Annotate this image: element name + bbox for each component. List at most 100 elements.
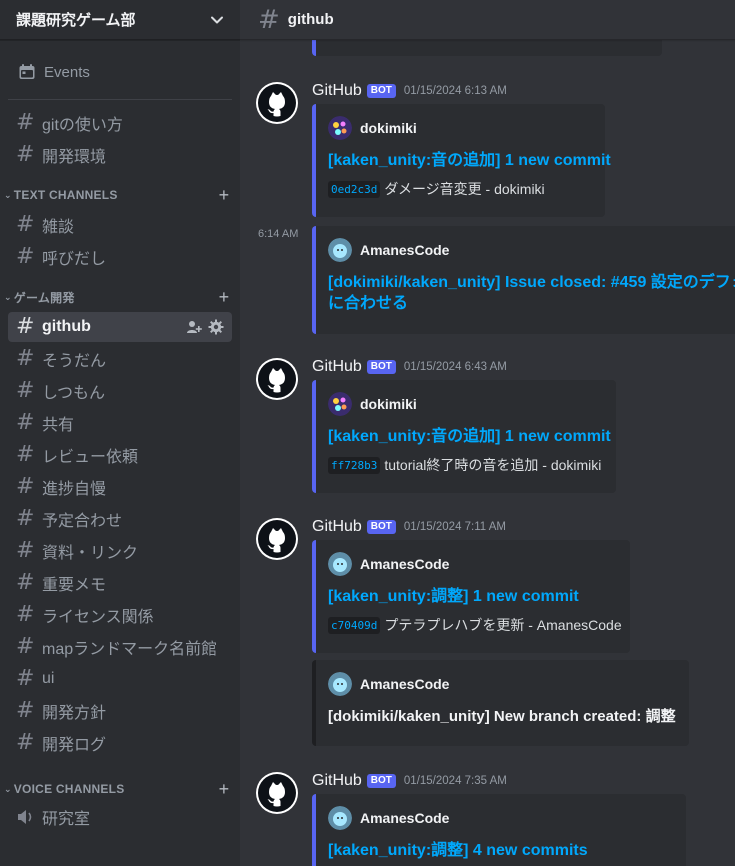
server-header[interactable]: 課題研究ゲーム部 [0,0,240,40]
gear-icon[interactable] [208,319,224,335]
hash-icon: # [16,634,35,659]
channel-item[interactable]: # 重要メモ [8,568,232,598]
channel-item[interactable]: # 開発環境 [8,140,232,170]
hash-icon: # [258,4,280,35]
amanescode-avatar [328,672,352,696]
channel-name: しつもん [42,385,106,402]
channel-item[interactable]: # そうだん [8,344,232,374]
commit-message: プテラプレハブを更新 - AmanesCode [384,617,622,633]
category-voice-channels[interactable]: ⌄ VOICE CHANNELS + [0,776,232,802]
commit-hash-link[interactable]: ff728b3 [328,456,381,474]
channel-name: github [42,318,91,335]
embed-title-link[interactable]: [kaken_unity:音の追加] 1 new commit [328,426,611,447]
add-channel-icon[interactable]: + [216,288,232,306]
hash-icon: # [16,730,35,755]
channel-item[interactable]: # ライセンス関係 [8,600,232,630]
category-game-dev[interactable]: ⌄ ゲーム開発 + [0,284,232,310]
channel-name: 開発方針 [42,705,107,722]
channel-name: 呼びだし [42,251,107,268]
embed-author: AmanesCode [360,810,450,826]
add-channel-icon[interactable]: + [216,780,232,798]
channel-name: 共有 [42,417,75,434]
channel-name: 資料・リンク [42,545,139,562]
channel-item[interactable]: # 共有 [8,408,232,438]
embed-title-link[interactable]: [kaken_unity:調整] 4 new commits [328,840,670,861]
bot-badge: BOT [366,774,396,788]
speaker-icon [18,810,32,824]
events-button[interactable]: Events [8,55,232,89]
channel-name: レビュー依頼 [42,449,139,466]
commit-embed: AmanesCode [kaken_unity:調整] 4 new commit… [312,794,686,866]
embed-author: dokimiki [360,396,417,412]
server-name: 課題研究ゲーム部 [16,12,136,29]
dokimiki-avatar [328,116,352,140]
embed-title-link-continued[interactable]: に合わせる [328,293,726,314]
amanescode-avatar [328,238,352,262]
channel-item[interactable]: # 開発ログ [8,728,232,758]
message-author[interactable]: GitHub [312,772,362,790]
commit-message: ダメージ音変更 - dokimiki [384,181,545,197]
bot-badge: BOT [366,84,396,98]
github-avatar[interactable] [256,772,298,814]
embed-title-link[interactable]: [dokimiki/kaken_unity] Issue closed: #45… [328,272,735,293]
category-text-channels[interactable]: ⌄ TEXT CHANNELS + [0,182,232,208]
hash-icon: # [16,442,35,467]
commit-hash-link[interactable]: c70409d [328,616,381,634]
message-author[interactable]: GitHub [312,82,362,100]
channel-item[interactable]: # しつもん [8,376,232,406]
channel-item[interactable]: # レビュー依頼 [8,440,232,470]
message-timestamp: 01/15/2024 6:13 AM [403,85,507,97]
message-timestamp: 01/15/2024 7:11 AM [403,521,506,533]
bot-badge: BOT [366,520,396,534]
channel-name: そうだん [42,353,107,370]
channel-item[interactable]: # 開発方針 [8,696,232,726]
channel-item[interactable]: # 資料・リンク [8,536,232,566]
channel-item[interactable]: # gitの使い方 [8,108,232,138]
voice-channel-item[interactable]: 研究室 [8,802,232,832]
category-label: VOICE CHANNELS [13,782,125,796]
hash-icon: # [16,244,35,269]
calendar-icon [19,64,35,79]
channel-item[interactable]: # ui [8,664,232,694]
channel-title: github [287,11,334,28]
hash-icon: # [16,570,35,595]
hash-icon: # [16,410,35,435]
channel-name: 研究室 [42,811,91,828]
hash-icon: # [16,602,35,627]
commit-embed: dokimiki [kaken_unity:音の追加] 1 new commit… [312,104,611,217]
hash-icon: # [16,110,35,135]
channel-item[interactable]: # 呼びだし [8,242,232,272]
hash-icon: # [16,314,35,339]
github-avatar[interactable] [256,358,298,400]
github-avatar[interactable] [256,82,298,124]
commit-embed: dokimiki [kaken_unity:音の追加] 1 new commit… [312,380,616,493]
channel-name: mapランドマーク名前館 [42,641,218,658]
bot-badge: BOT [366,360,396,374]
channel-item[interactable]: # mapランドマーク名前館 [8,632,232,662]
github-avatar[interactable] [256,518,298,560]
github-logo-icon [258,520,296,558]
channel-item-github[interactable]: # github [8,312,232,342]
channel-item[interactable]: # 予定合わせ [8,504,232,534]
commit-hash-link[interactable]: 0ed2c3d [328,180,381,198]
channel-item[interactable]: # 雑談 [8,210,232,240]
channel-item[interactable]: # 進捗自慢 [8,472,232,502]
embed-author: dokimiki [360,120,417,136]
embed-title-link[interactable]: [kaken_unity:調整] 1 new commit [328,586,614,607]
amanescode-avatar [328,806,352,830]
embed-title: [dokimiki/kaken_unity] New branch create… [328,708,676,725]
hash-icon: # [16,666,35,691]
message-author[interactable]: GitHub [312,518,362,536]
add-channel-icon[interactable]: + [216,186,232,204]
hash-icon: # [16,506,35,531]
chevron-down-icon [211,16,223,23]
chevron-down-icon: ⌄ [4,189,12,200]
channel-name: 雑談 [42,219,75,236]
embed-title-link[interactable]: [kaken_unity:音の追加] 1 new commit [328,150,611,171]
commit-message: tutorial終了時の音を追加 - dokimiki [384,457,602,473]
issue-embed: AmanesCode [dokimiki/kaken_unity] Issue … [312,226,735,334]
message-author[interactable]: GitHub [312,358,362,376]
github-logo-icon [258,84,296,122]
embed-author: AmanesCode [360,556,450,572]
invite-member-icon[interactable] [186,319,202,335]
